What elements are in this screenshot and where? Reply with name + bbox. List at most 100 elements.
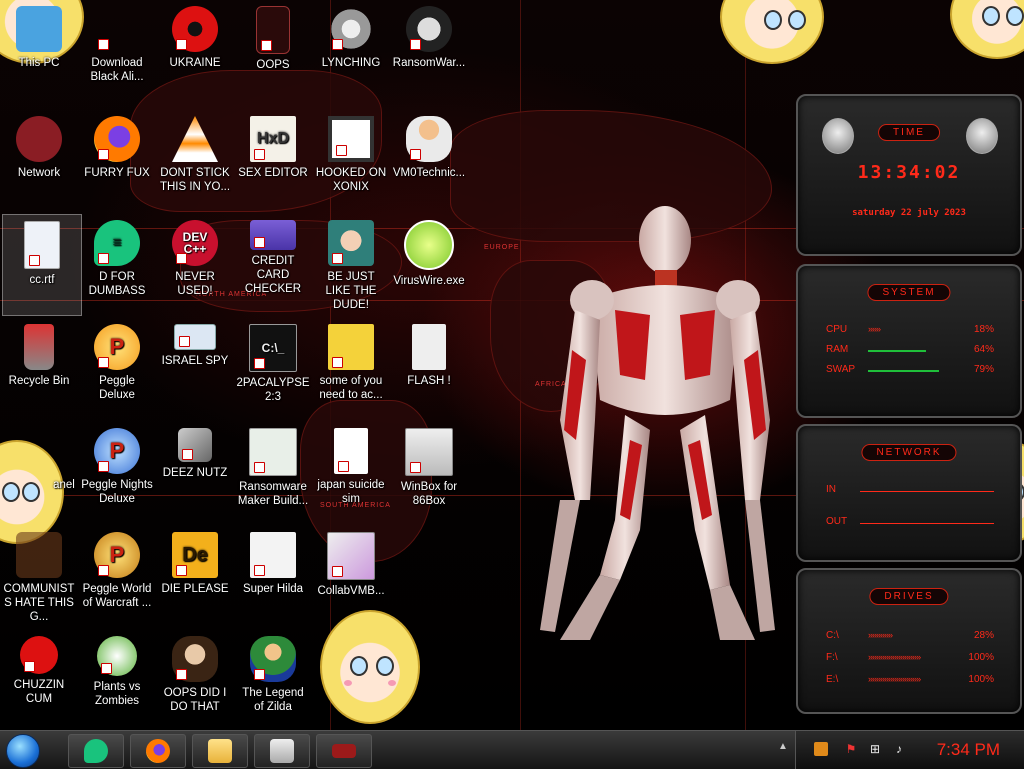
- desktop-icon-chuzzin-cum[interactable]: CHUZZIN CUM: [0, 630, 78, 730]
- icon-label: Network: [17, 167, 61, 179]
- green-d-icon: [84, 739, 108, 763]
- computer-icon: [16, 6, 62, 52]
- radiation-icon: [172, 6, 218, 52]
- desktop-icon-network[interactable]: Network: [0, 110, 78, 210]
- desktop-icon-winbox-86box[interactable]: WinBox for 86Box: [390, 422, 468, 522]
- desktop-icon-japan-suicide-sim[interactable]: japan suicide sim: [312, 422, 390, 522]
- icon-label: WinBox for 86Box: [400, 481, 458, 507]
- taskbar-app-firefox[interactable]: [130, 734, 186, 768]
- desktop-icon-die-please[interactable]: De DIE PLEASE: [156, 526, 234, 626]
- icon-label: OOPS DID I DO THAT: [163, 687, 227, 713]
- time-widget: TIME 13:34:02 saturday 22 july 2023: [796, 94, 1022, 256]
- desktop-icon-ukraine[interactable]: UKRAINE: [156, 0, 234, 100]
- system-widget-title: SYSTEM: [867, 284, 951, 301]
- taskbar-app-green-d[interactable]: [68, 734, 124, 768]
- desktop[interactable]: NORTH AMERICA EUROPE AFRICA SOUTH AMERIC…: [0, 0, 1024, 730]
- desktop-icon-never-used[interactable]: DEV C++ NEVER USED!: [156, 214, 234, 314]
- desktop-icon-flash[interactable]: FLASH !: [390, 318, 468, 418]
- volume-icon[interactable]: ♪: [892, 742, 906, 756]
- desktop-icon-oops-did-i-do-that[interactable]: OOPS DID I DO THAT: [156, 630, 234, 730]
- window-app-icon: [249, 428, 297, 476]
- taskbar-app-winbox[interactable]: [254, 734, 310, 768]
- console-icon: C:\_: [249, 324, 297, 372]
- icon-label: RansomWar...: [392, 57, 466, 69]
- start-button[interactable]: [6, 734, 40, 768]
- security-warning-icon[interactable]: ⚑: [844, 742, 858, 756]
- ram-bar: [868, 350, 926, 352]
- icon-label: Plants vs Zombies: [93, 681, 141, 707]
- drive-e-value: 100%: [968, 674, 994, 685]
- desktop-icon-communists[interactable]: COMMUNISTS HATE THIS G...: [0, 526, 78, 626]
- app-icon: [256, 6, 290, 54]
- desktop-icon-cc-rtf[interactable]: cc.rtf: [2, 214, 82, 316]
- desktop-icon-lynching[interactable]: LYNCHING: [312, 0, 390, 100]
- desktop-icon-peggle-nights[interactable]: P Peggle Nights Deluxe: [78, 422, 156, 522]
- drive-c-value: 28%: [973, 630, 994, 641]
- credit-card-icon: [250, 220, 296, 250]
- app-icon: [16, 532, 62, 578]
- cpu-label: CPU: [826, 324, 848, 335]
- skull-icon: [406, 6, 452, 52]
- desktop-icon-furry-fux[interactable]: FURRY FUX: [78, 110, 156, 210]
- star-sticker: [320, 610, 420, 724]
- desktop-icon-plants-vs-zombies[interactable]: Plants vs Zombies: [78, 630, 156, 730]
- recycle-bin-icon: [24, 324, 54, 370]
- drive-f-label: F:\: [826, 652, 838, 663]
- icon-label: Peggle World of Warcraft ...: [82, 583, 152, 609]
- desktop-icon-this-pc[interactable]: This PC: [0, 0, 78, 100]
- ram-label: RAM: [826, 344, 849, 355]
- show-hidden-icons-chevron-icon[interactable]: ▲: [778, 741, 788, 752]
- icon-label: D FOR DUMBASS: [88, 271, 146, 297]
- desktop-icon-dont-stick-this[interactable]: DONT STICK THIS IN YO...: [156, 110, 234, 210]
- alien-head-icon: [822, 118, 854, 154]
- desktop-icon-recycle-bin[interactable]: Recycle Bin: [0, 318, 78, 418]
- desktop-icon-peggle-deluxe[interactable]: P Peggle Deluxe: [78, 318, 156, 418]
- desktop-icon-hooked-on-xonix[interactable]: HOOKED ON XONIX: [312, 110, 390, 210]
- beaver-icon: [328, 324, 374, 370]
- desktop-icon-israel-spy[interactable]: ISRAEL SPY: [156, 318, 234, 418]
- desktop-icon-legend-of-zilda[interactable]: The Legend of Zilda: [234, 630, 312, 730]
- dev-cpp-icon: DEV C++: [172, 220, 218, 266]
- icon-label: japan suicide sim: [317, 479, 385, 505]
- desktop-icon-ransomware-maker[interactable]: Ransomware Maker Build...: [234, 422, 312, 522]
- firefox-icon: [146, 739, 170, 763]
- desktop-icon-2pacalypse[interactable]: C:\_ 2PACALYPSE 2:3: [234, 318, 312, 418]
- taskbar-app-file-explorer[interactable]: [192, 734, 248, 768]
- xonix-icon: [328, 116, 374, 162]
- swap-value: 79%: [973, 364, 994, 375]
- drive-c-label: C:\: [826, 630, 839, 641]
- desktop-icon-control-panel[interactable]: anel: [6, 422, 84, 522]
- desktop-icon-deez-nutz[interactable]: DEEZ NUTZ: [156, 422, 234, 522]
- network-status-icon[interactable]: ⊞: [868, 742, 882, 756]
- desktop-icon-oops[interactable]: OOPS: [234, 0, 312, 100]
- network-out-label: OUT: [826, 516, 848, 527]
- desktop-icon-collabvm[interactable]: CollabVMB...: [312, 526, 390, 626]
- desktop-icon-d-for-dumbass[interactable]: ≡ D FOR DUMBASS: [78, 214, 156, 314]
- system-tray: ▲ ⚑ ⊞ ♪ 7:34 PM: [778, 731, 1024, 769]
- flash-document-icon: [412, 324, 446, 370]
- desktop-icon-credit-card-checker[interactable]: CREDIT CARD CHECKER: [234, 214, 312, 314]
- desktop-icon-sex-editor[interactable]: HxD SEX EDITOR: [234, 110, 312, 210]
- desktop-icon-super-hilda[interactable]: Super Hilda: [234, 526, 312, 626]
- icon-label: ISRAEL SPY: [161, 355, 229, 367]
- taskbar-app-red[interactable]: [316, 734, 372, 768]
- icon-label: cc.rtf: [29, 274, 55, 286]
- tray-app-icon[interactable]: [814, 742, 828, 756]
- dude-portrait-icon: [328, 220, 374, 266]
- desktop-icon-ransomware[interactable]: RansomWar...: [390, 0, 468, 100]
- cpu-arrows: »»»: [868, 324, 881, 334]
- desktop-icon-viruswire[interactable]: VirusWire.exe: [390, 214, 468, 314]
- green-d-icon: ≡: [94, 220, 140, 266]
- desktop-icon-some-of-you[interactable]: some of you need to ac...: [312, 318, 390, 418]
- icon-label: DEEZ NUTZ: [162, 467, 228, 479]
- desktop-icon-download-black-ali[interactable]: Download Black Ali...: [78, 0, 156, 100]
- windows-stack-icon: [178, 428, 212, 462]
- taskbar-clock[interactable]: 7:34 PM: [937, 740, 1000, 760]
- star-sticker: [720, 0, 824, 64]
- desktop-icon-peggle-world-of-warcraft[interactable]: P Peggle World of Warcraft ...: [78, 526, 156, 626]
- desktop-icon-vm0technic[interactable]: VM0Technic...: [390, 110, 468, 210]
- icon-label: Ransomware Maker Build...: [237, 481, 309, 507]
- desktop-icon-be-just-like-the-dude[interactable]: BE JUST LIKE THE DUDE!: [312, 214, 390, 314]
- taskbar: ▲ ⚑ ⊞ ♪ 7:34 PM: [0, 730, 1024, 769]
- folder-icon: [208, 739, 232, 763]
